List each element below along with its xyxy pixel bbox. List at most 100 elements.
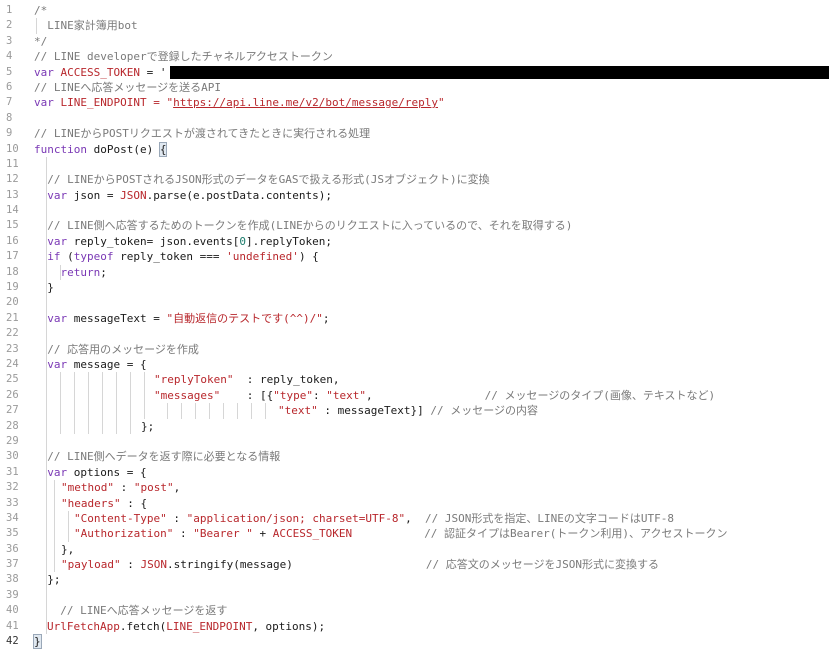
code-text: .fetch( bbox=[119, 619, 167, 633]
matching-brace: { bbox=[158, 141, 168, 157]
indent-guide bbox=[46, 156, 47, 173]
code-text: ( bbox=[67, 250, 74, 264]
code-line[interactable]: }; bbox=[34, 418, 829, 434]
code-line[interactable]: LINE家計簿用bot bbox=[34, 18, 829, 34]
code-line-active[interactable]: } bbox=[33, 634, 829, 650]
code-line[interactable]: var messageText = "自動返信のテストです(^^)/"; bbox=[34, 310, 829, 327]
code-editor[interactable]: 1 2 3 4 5 6 7 8 9 10 11 12 13 14 15 16 17 18 19 20 21 22 23 24 2… bbox=[0, 0, 829, 650]
code-line[interactable]: "replyToken" : reply_token, bbox=[34, 372, 829, 388]
string: "post" bbox=[133, 481, 174, 495]
code-line[interactable]: var message = { bbox=[34, 356, 829, 373]
object-key: "headers" bbox=[61, 496, 121, 510]
code-line[interactable]: if (typeof reply_token === 'undefined') … bbox=[34, 249, 829, 265]
comment: /* bbox=[34, 4, 48, 17]
indent-guide bbox=[74, 403, 75, 419]
code-line[interactable]: var json = JSON.parse(e.postData.content… bbox=[34, 187, 829, 204]
code-line[interactable]: return; bbox=[34, 264, 829, 281]
indent-guide bbox=[46, 203, 47, 219]
code-line[interactable]: "method" : "post", bbox=[34, 480, 829, 496]
code-line[interactable] bbox=[34, 587, 829, 604]
code-line[interactable]: */ bbox=[34, 34, 829, 49]
code-line[interactable]: "Content-Type" : "application/json; char… bbox=[34, 510, 829, 527]
line-number: 35 bbox=[6, 527, 19, 540]
url-link[interactable]: https://api.line.me/v2/bot/message/reply bbox=[173, 96, 438, 109]
comment: // LINEからPOSTリクエストが渡されてきたときに実行される処理 bbox=[34, 127, 371, 141]
code-line[interactable] bbox=[34, 326, 829, 342]
code-line[interactable] bbox=[34, 295, 829, 311]
string: 'undefined' bbox=[226, 250, 299, 264]
code-line[interactable]: // LINEへ応答メッセージを返す bbox=[34, 603, 829, 619]
code-text: }, bbox=[61, 542, 75, 556]
code-line[interactable] bbox=[34, 203, 829, 219]
string: = " bbox=[146, 96, 174, 110]
code-line[interactable]: // LINEからPOSTリクエストが渡されてきたときに実行される処理 bbox=[34, 126, 829, 141]
code-text: .parse(e.postData.contents); bbox=[146, 188, 333, 202]
code-line[interactable]: "Authorization" : "Bearer " + ACCESS_TOK… bbox=[34, 526, 829, 542]
code-line[interactable]: // LINE側へ応答するためのトークンを作成(LINEからのリクエストに入って… bbox=[34, 218, 829, 234]
code-line[interactable]: }, bbox=[34, 541, 829, 558]
line-number: 8 bbox=[6, 111, 13, 124]
indent-guide bbox=[74, 387, 75, 404]
code-line[interactable]: /* bbox=[34, 3, 829, 18]
code-line[interactable]: var LINE_ENDPOINT = "https://api.line.me… bbox=[34, 95, 829, 110]
code-line[interactable] bbox=[34, 433, 829, 450]
comment: // LINE側へデータを返す際に必要となる情報 bbox=[34, 450, 281, 464]
indent-guide bbox=[46, 603, 47, 619]
code-text: , options); bbox=[252, 619, 326, 633]
indent-guide bbox=[88, 387, 89, 404]
code-line[interactable]: // LINEへ応答メッセージを送るAPI bbox=[34, 80, 829, 95]
object-key: "text" bbox=[278, 404, 318, 418]
comment: // LINEへ応答メッセージを送るAPI bbox=[34, 80, 222, 94]
indent-guide bbox=[46, 464, 47, 481]
code-text: , bbox=[365, 388, 373, 402]
indent-guide bbox=[116, 372, 117, 388]
keyword: var bbox=[34, 465, 74, 479]
code-line[interactable]: }; bbox=[34, 572, 829, 588]
code-line[interactable]: // LINE側へデータを返す際に必要となる情報 bbox=[34, 449, 829, 465]
code-text: reply_token= json.events[ bbox=[73, 234, 240, 248]
line-number: 28 bbox=[6, 419, 19, 432]
code-line[interactable]: "payload" : JSON.stringify(message) // 応答… bbox=[34, 557, 829, 573]
indent-guide bbox=[102, 387, 103, 404]
code-line[interactable]: // LINEからPOSTされるJSON形式のデータをGASで扱える形式(JSオ… bbox=[34, 172, 829, 188]
line-number: 37 bbox=[6, 558, 19, 571]
line-number: 13 bbox=[6, 188, 19, 201]
code-line[interactable]: } bbox=[34, 280, 829, 296]
code-line[interactable]: var reply_token= json.events[0].replyTok… bbox=[34, 233, 829, 250]
keyword: var bbox=[34, 188, 74, 202]
line-number: 1 bbox=[6, 4, 13, 16]
line-number: 23 bbox=[6, 342, 19, 355]
indent-guide bbox=[46, 372, 47, 388]
indent-guide bbox=[74, 372, 75, 388]
code-line[interactable]: UrlFetchApp.fetch(LINE_ENDPOINT, options… bbox=[34, 618, 829, 635]
object-key: "Content-Type" bbox=[74, 511, 167, 525]
indent-guide bbox=[116, 387, 117, 404]
code-line[interactable]: "text" : messageText}] // メッセージの内容 bbox=[34, 403, 829, 419]
code-area[interactable]: /* LINE家計簿用bot */ // LINE developerで登録した… bbox=[33, 3, 829, 650]
code-line[interactable]: function doPost(e) { bbox=[34, 141, 829, 157]
line-number: 10 bbox=[6, 142, 19, 155]
indent-guide bbox=[68, 526, 69, 542]
code-text: }; bbox=[141, 419, 155, 433]
line-number: 25 bbox=[6, 373, 19, 386]
indent-guide bbox=[46, 387, 47, 404]
indent-guide bbox=[130, 403, 131, 419]
indent-guide bbox=[167, 403, 168, 419]
indent-guide bbox=[54, 480, 55, 496]
code-text: messageText = bbox=[73, 311, 167, 325]
indent-guide bbox=[54, 541, 55, 558]
variable: JSON bbox=[120, 188, 147, 202]
code-line[interactable]: "headers" : { bbox=[34, 495, 829, 511]
comment: // LINEからPOSTされるJSON形式のデータをGASで扱える形式(JSオ… bbox=[34, 173, 490, 187]
indent-guide bbox=[46, 341, 47, 357]
code-line[interactable]: // 応答用のメッセージを作成 bbox=[34, 341, 829, 357]
code-line[interactable] bbox=[34, 111, 829, 126]
code-text: .stringify(message) bbox=[166, 558, 293, 572]
line-number: 36 bbox=[6, 542, 19, 555]
code-line[interactable] bbox=[34, 156, 829, 173]
code-line[interactable]: // LINE developerで登録したチャネルアクセストークン bbox=[34, 49, 829, 64]
code-line[interactable]: "messages" : [{"type": "text", // メッセージのタ… bbox=[34, 387, 829, 404]
code-line[interactable]: var options = { bbox=[34, 464, 829, 481]
keyword: var bbox=[34, 357, 74, 371]
indent-guide bbox=[46, 172, 47, 188]
